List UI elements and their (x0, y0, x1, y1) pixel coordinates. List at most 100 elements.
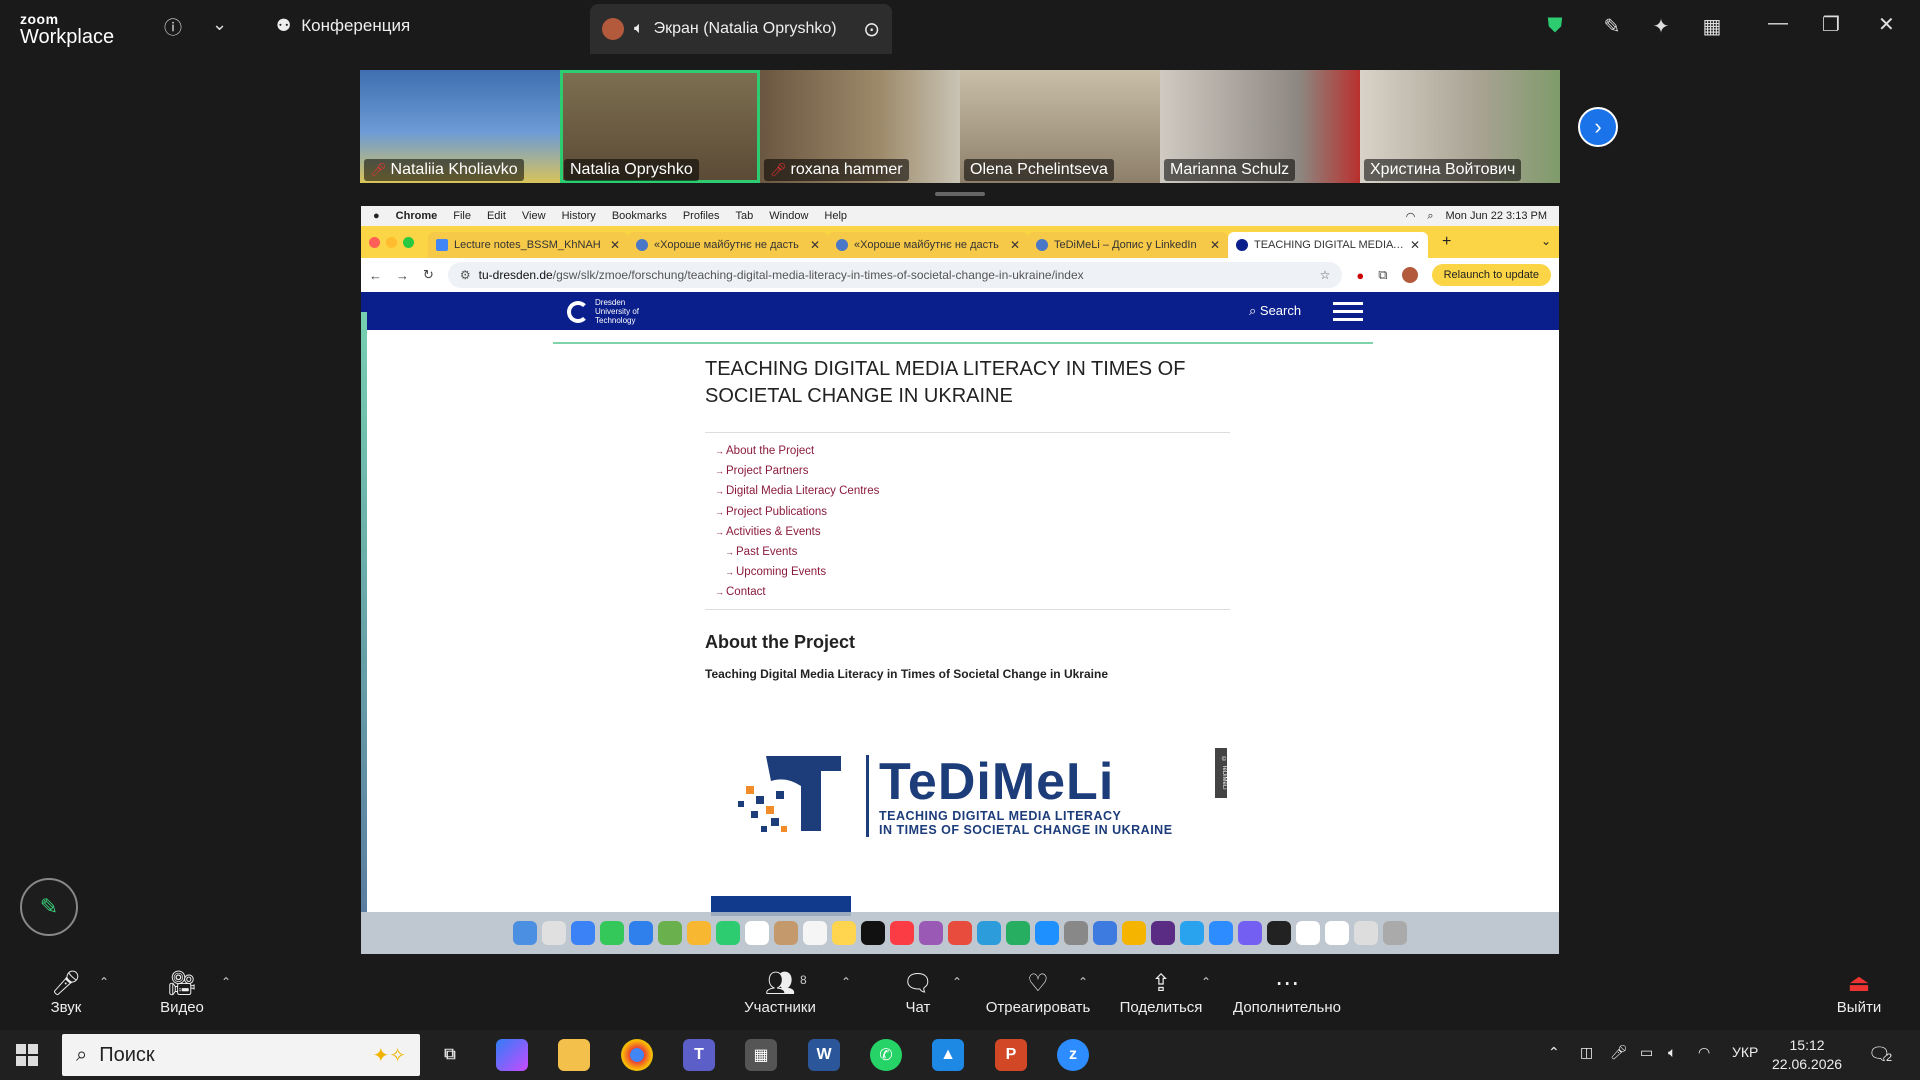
copilot-icon[interactable] (496, 1039, 528, 1071)
back-icon[interactable]: ← (369, 268, 382, 283)
file-explorer-icon[interactable] (558, 1039, 590, 1071)
trash-icon[interactable] (1383, 921, 1407, 945)
zoom-taskbar-icon[interactable]: z (1057, 1039, 1089, 1071)
document-icon[interactable] (1325, 921, 1349, 945)
more-button[interactable]: ⋯ Дополнительно (1232, 955, 1342, 1030)
nav-link-about[interactable]: About the Project (715, 441, 1225, 461)
finder-icon[interactable] (513, 921, 537, 945)
new-tab-icon[interactable]: + (1442, 233, 1451, 251)
participant-tile[interactable]: Христина Войтович (1360, 70, 1560, 183)
apps-icon[interactable]: ▦ (1698, 12, 1726, 40)
whatsapp-icon[interactable]: ✆ (870, 1039, 902, 1071)
tv-icon[interactable] (861, 921, 885, 945)
minimize-icon[interactable]: — (1768, 12, 1788, 35)
url-field[interactable]: ⚙ tu-dresden.de/gsw/slk/zmoe/forschung/t… (447, 262, 1343, 288)
contacts-icon[interactable] (774, 921, 798, 945)
participant-tile[interactable]: Marianna Schulz (1160, 70, 1360, 183)
browser-tab[interactable]: TeDiMeLi – Допис у LinkedIn ✕ (1028, 232, 1228, 258)
nav-link-contact[interactable]: Contact (715, 582, 1225, 602)
nav-link-partners[interactable]: Project Partners (715, 461, 1225, 481)
battery-icon[interactable]: ▭ (1640, 1044, 1653, 1061)
photos-icon[interactable] (687, 921, 711, 945)
participant-tile[interactable]: 🎤︎ roxana hammer (760, 70, 960, 183)
nav-link-centres[interactable]: Digital Media Literacy Centres (715, 481, 1225, 501)
close-tab-icon[interactable]: ✕ (1210, 238, 1220, 252)
document-icon[interactable] (1296, 921, 1320, 945)
close-tab-icon[interactable]: ✕ (610, 238, 620, 252)
participant-tile[interactable]: Olena Pchelintseva (960, 70, 1160, 183)
mail-icon[interactable] (629, 921, 653, 945)
close-tab-icon[interactable]: ✕ (810, 238, 820, 252)
react-button[interactable]: ♡ Отреагировать (983, 955, 1093, 1030)
screen-share-indicator[interactable]: 🔈︎ Экран (Natalia Opryshko) ⊙ (590, 4, 892, 54)
ai-companion-icon[interactable]: ✦ (1647, 12, 1675, 40)
annotation-pencil-button[interactable]: ✎ (20, 878, 78, 936)
audio-options-caret[interactable]: ⌃ (99, 975, 109, 989)
telegram-icon[interactable] (1180, 921, 1204, 945)
forward-icon[interactable]: → (396, 268, 409, 283)
participants-button[interactable]: 👥︎ Участники (740, 955, 820, 1030)
participants-options-caret[interactable]: ⌃ (841, 975, 851, 989)
shield-icon[interactable]: ⛊ (1541, 12, 1569, 40)
bookmark-star-icon[interactable]: ☆ (1320, 268, 1331, 282)
mic-icon[interactable]: 🎤︎ (1610, 1044, 1628, 1061)
nav-link-activities[interactable]: Activities & Events (715, 522, 1225, 542)
windows-start-icon[interactable] (16, 1044, 38, 1066)
bluetooth-icon[interactable] (1093, 921, 1117, 945)
folder-icon[interactable] (1354, 921, 1378, 945)
chat-button[interactable]: 🗨︎ Чат (900, 955, 936, 1030)
video-options-caret[interactable]: ⌃ (221, 975, 231, 989)
resize-handle[interactable] (935, 192, 985, 196)
nav-link-past-events[interactable]: Past Events (715, 542, 1225, 562)
reload-icon[interactable]: ↻ (423, 267, 434, 283)
extension-icon[interactable]: ● (1356, 268, 1364, 283)
powerpoint-icon[interactable]: P (995, 1039, 1027, 1071)
settings-icon[interactable] (1064, 921, 1088, 945)
numbers-icon[interactable] (1006, 921, 1030, 945)
music-icon[interactable] (890, 921, 914, 945)
taskbar-search[interactable]: ⌕ Поиск ✦✧ (62, 1034, 420, 1076)
task-view-icon[interactable]: ⧉ (434, 1039, 466, 1071)
calculator-icon[interactable]: ▦ (745, 1039, 777, 1071)
close-tab-icon[interactable]: ✕ (1410, 238, 1420, 252)
word-icon[interactable]: W (808, 1039, 840, 1071)
tab-search-icon[interactable]: ⌄ (1541, 234, 1551, 248)
profile-avatar[interactable] (1401, 267, 1418, 283)
participant-tile[interactable]: 🎤︎ Nataliia Kholiavko (360, 70, 560, 183)
camera-icon[interactable]: ◫ (1580, 1044, 1593, 1061)
conference-menu[interactable]: ⚉ Конференция (276, 16, 410, 36)
volume-icon[interactable]: 🔈︎ (1668, 1044, 1676, 1061)
teams-icon[interactable]: T (683, 1039, 715, 1071)
news-icon[interactable] (948, 921, 972, 945)
viber-icon[interactable] (1238, 921, 1262, 945)
close-icon[interactable]: ✕ (1878, 12, 1895, 37)
audio-button[interactable]: 🎤︎ Звук (44, 955, 88, 1030)
site-info-icon[interactable]: ⚙ (460, 268, 471, 282)
reminders-icon[interactable] (803, 921, 827, 945)
tor-icon[interactable] (1151, 921, 1175, 945)
maps-icon[interactable] (658, 921, 682, 945)
participant-tile-active[interactable]: Natalia Opryshko (560, 70, 760, 183)
language-indicator[interactable]: УКР (1732, 1044, 1758, 1060)
calendar-icon[interactable] (745, 921, 769, 945)
network-icon[interactable]: ◠ (1698, 1044, 1710, 1061)
chrome-icon[interactable] (1122, 921, 1146, 945)
keynote-icon[interactable] (977, 921, 1001, 945)
restore-icon[interactable]: ❐ (1822, 12, 1840, 37)
notes-icon[interactable] (832, 921, 856, 945)
relaunch-button[interactable]: Relaunch to update (1431, 264, 1551, 286)
hamburger-menu-icon[interactable] (1333, 302, 1363, 326)
safari-icon[interactable] (571, 921, 595, 945)
annotate-pen-icon[interactable]: ✎ (1598, 12, 1626, 40)
zoom-icon[interactable] (1209, 921, 1233, 945)
browser-tab[interactable]: «Хороше майбутнє не дасть ✕ (828, 232, 1028, 258)
tud-logo[interactable]: Dresden University of Technology (567, 298, 639, 325)
nav-link-upcoming-events[interactable]: Upcoming Events (715, 562, 1225, 582)
extensions-puzzle-icon[interactable]: ⧉ (1378, 267, 1387, 283)
terminal-icon[interactable] (1267, 921, 1291, 945)
chevron-down-icon[interactable]: ⌄ (212, 14, 227, 35)
chat-options-caret[interactable]: ⌃ (952, 975, 962, 989)
app-store-icon[interactable] (1035, 921, 1059, 945)
tray-overflow-icon[interactable]: ⌃ (1548, 1044, 1560, 1061)
nav-link-publications[interactable]: Project Publications (715, 502, 1225, 522)
